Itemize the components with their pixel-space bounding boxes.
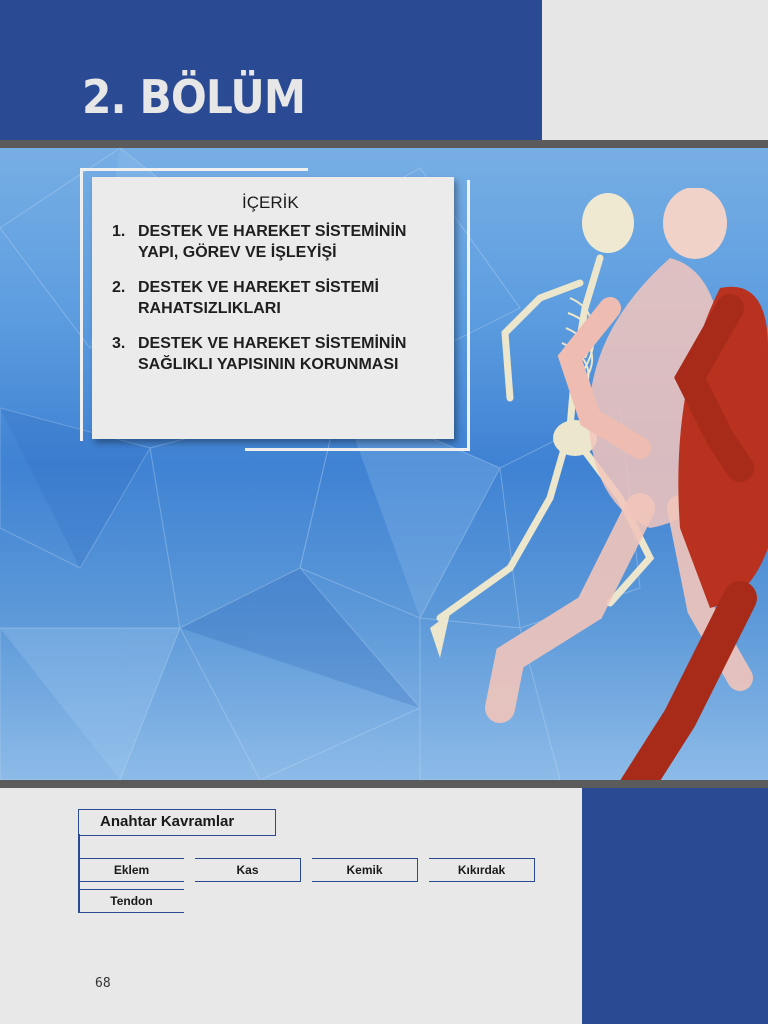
footer-blue-block bbox=[582, 788, 768, 1024]
keyword-tag: Eklem bbox=[78, 858, 184, 882]
contents-item-text: DESTEK VE HAREKET SİSTEMİ RAHATSIZLIKLAR… bbox=[138, 279, 379, 317]
page-number: 68 bbox=[95, 976, 111, 991]
divider-band-top bbox=[0, 140, 768, 148]
contents-list: 1. DESTEK VE HAREKET SİSTEMİNİN YAPI, GÖ… bbox=[112, 221, 442, 389]
keyword-tag: Kıkırdak bbox=[429, 858, 535, 882]
key-concepts-title: Anahtar Kavramlar bbox=[100, 813, 235, 830]
contents-item: 1. DESTEK VE HAREKET SİSTEMİNİN YAPI, GÖ… bbox=[112, 221, 442, 263]
contents-item: 3. DESTEK VE HAREKET SİSTEMİNİN SAĞLIKLI… bbox=[112, 333, 442, 375]
keyword-tag: Kas bbox=[195, 858, 301, 882]
contents-item-number: 1. bbox=[112, 223, 126, 240]
keyword-tag: Kemik bbox=[312, 858, 418, 882]
contents-item-text: DESTEK VE HAREKET SİSTEMİNİN SAĞLIKLI YA… bbox=[138, 335, 407, 373]
muscle-figure bbox=[620, 286, 768, 780]
divider-band-bottom bbox=[0, 780, 768, 788]
chapter-title: 2. BÖLÜM bbox=[82, 70, 306, 124]
contents-item-text: DESTEK VE HAREKET SİSTEMİNİN YAPI, GÖREV… bbox=[138, 223, 407, 261]
contents-heading: İÇERİK bbox=[242, 193, 299, 212]
contents-box: İÇERİK 1. DESTEK VE HAREKET SİSTEMİNİN Y… bbox=[92, 177, 454, 439]
contents-item-number: 3. bbox=[112, 335, 126, 352]
keyword-tag: Tendon bbox=[78, 889, 184, 913]
contents-item: 2. DESTEK VE HAREKET SİSTEMİ RAHATSIZLIK… bbox=[112, 277, 442, 319]
header-grey-block bbox=[542, 0, 768, 140]
contents-item-number: 2. bbox=[112, 279, 126, 296]
